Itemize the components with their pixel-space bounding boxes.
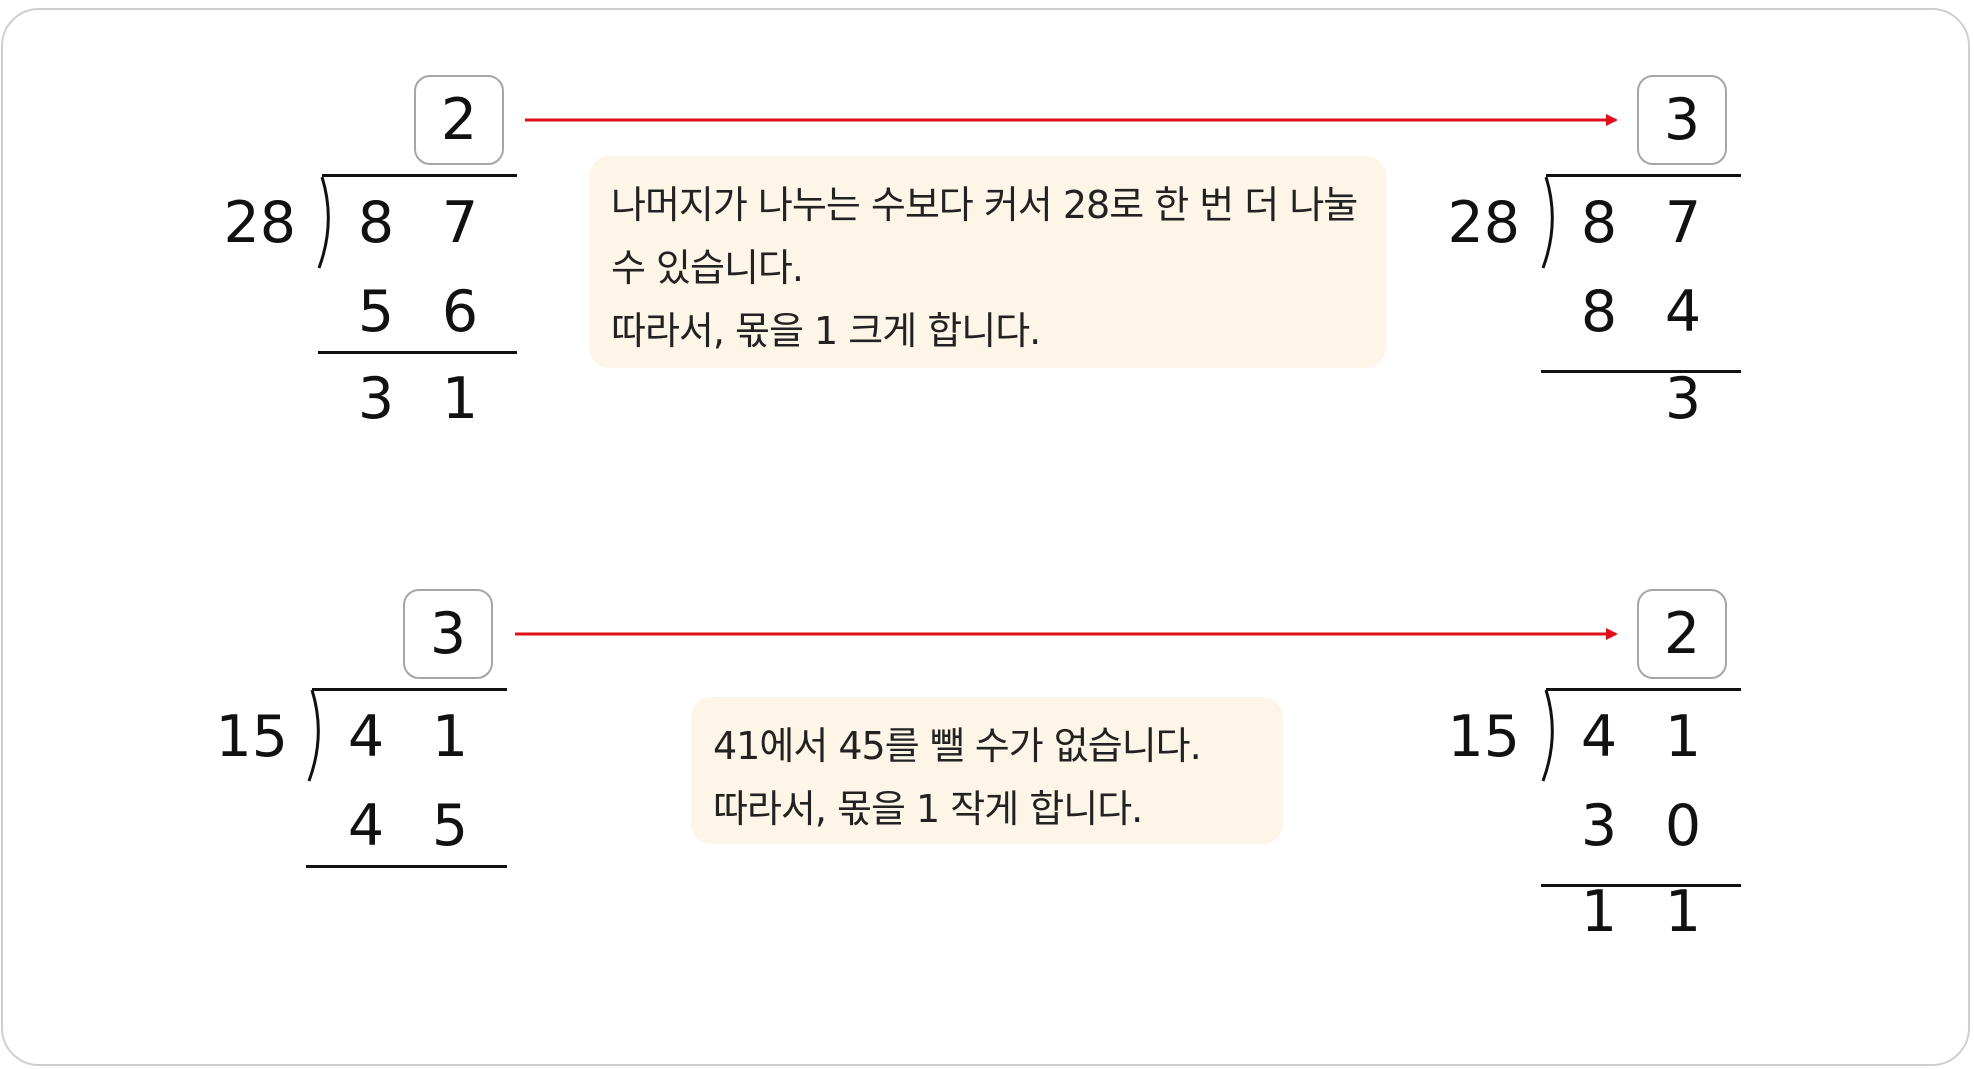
product-ones: 4 — [1664, 279, 1702, 345]
note-line: 따라서, 몫을 1 크게 합니다. — [611, 309, 1041, 353]
subtraction-line — [318, 351, 517, 354]
remainder-ones: 1 — [1664, 879, 1702, 945]
quotient-box: 3 — [1637, 75, 1727, 165]
product-tens: 5 — [357, 279, 395, 345]
dividend-ones: 7 — [441, 190, 479, 256]
quotient-value: 2 — [440, 87, 478, 153]
division-bracket-2r — [1541, 689, 1554, 782]
dividend-ones: 1 — [431, 704, 469, 770]
product-tens: 4 — [347, 793, 385, 859]
division-bar — [312, 688, 507, 691]
remainder-ones: 1 — [441, 366, 479, 432]
remainder-tens: 1 — [1580, 879, 1618, 945]
product-ones: 6 — [441, 279, 479, 345]
dividend-tens: 4 — [347, 704, 385, 770]
explanation-note: 41에서 45를 뺄 수가 없습니다. 따라서, 몫을 1 작게 합니다. — [691, 697, 1283, 844]
division-bracket-2l — [307, 689, 320, 782]
division-bar — [1546, 688, 1741, 691]
divisor: 28 — [223, 190, 296, 256]
subtraction-line — [306, 865, 507, 868]
division-bracket-1l — [317, 176, 330, 269]
explanation-note: 나머지가 나누는 수보다 커서 28로 한 번 더 나눌 수 있습니다. 따라서… — [589, 156, 1386, 368]
division-bar — [1546, 174, 1741, 177]
divisor: 15 — [1447, 704, 1520, 770]
note-line: 41에서 45를 뺄 수가 없습니다. — [713, 724, 1202, 768]
note-line: 따라서, 몫을 1 작게 합니다. — [713, 787, 1143, 831]
division-bracket-1r — [1541, 176, 1554, 269]
quotient-value: 3 — [429, 601, 467, 667]
quotient-box: 2 — [414, 75, 504, 165]
dividend-ones: 7 — [1664, 190, 1702, 256]
quotient-value: 3 — [1663, 87, 1701, 153]
quotient-box: 2 — [1637, 589, 1727, 679]
remainder-tens: 3 — [357, 366, 395, 432]
note-line: 수 있습니다. — [611, 246, 804, 290]
quotient-box: 3 — [403, 589, 493, 679]
product-ones: 5 — [431, 793, 469, 859]
dividend-ones: 1 — [1664, 704, 1702, 770]
product-ones: 0 — [1664, 793, 1702, 859]
dividend-tens: 8 — [1580, 190, 1618, 256]
quotient-value: 2 — [1663, 601, 1701, 667]
divisor: 15 — [215, 704, 288, 770]
product-tens: 8 — [1580, 279, 1618, 345]
product-tens: 3 — [1580, 793, 1618, 859]
divisor: 28 — [1447, 190, 1520, 256]
note-line: 나머지가 나누는 수보다 커서 28로 한 번 더 나눌 — [611, 183, 1358, 227]
dividend-tens: 4 — [1580, 704, 1618, 770]
division-bar — [322, 174, 517, 177]
dividend-tens: 8 — [357, 190, 395, 256]
remainder-ones: 3 — [1664, 366, 1702, 432]
